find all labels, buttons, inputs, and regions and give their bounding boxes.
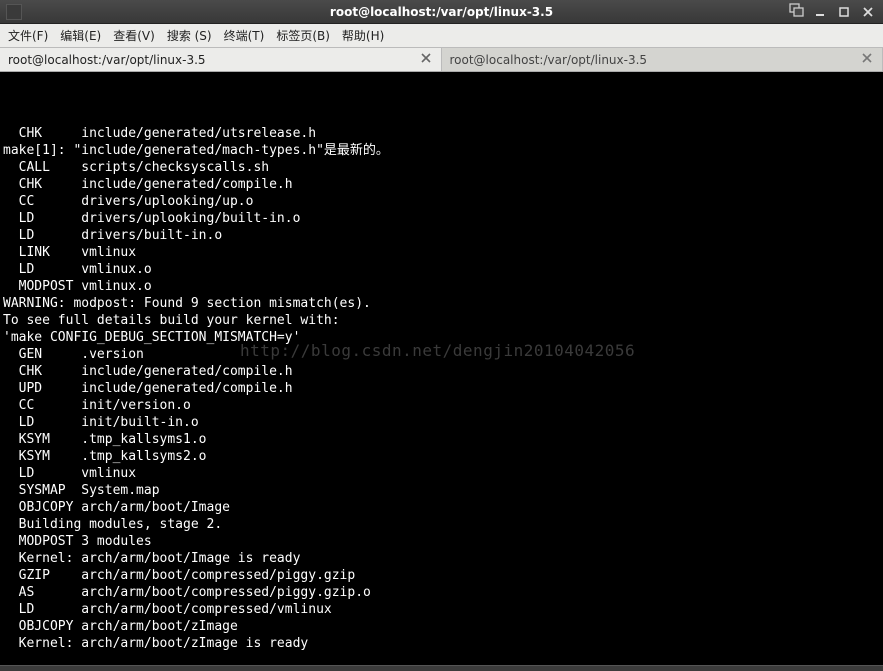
menu-terminal[interactable]: 终端(T) (224, 27, 265, 44)
menu-tabs[interactable]: 标签页(B) (276, 27, 330, 44)
terminal-line: LD vmlinux (3, 465, 880, 482)
tab-label: root@localhost:/var/opt/linux-3.5 (8, 53, 206, 67)
terminal-line: 'make CONFIG_DEBUG_SECTION_MISMATCH=y' (3, 329, 880, 346)
menu-help[interactable]: 帮助(H) (342, 27, 384, 44)
window-bottom-edge (0, 665, 883, 671)
terminal-output[interactable]: http://blog.csdn.net/dengjin20104042056 … (0, 72, 883, 665)
terminal-line: AS arch/arm/boot/compressed/piggy.gzip.o (3, 584, 880, 601)
terminal-lines-container: CHK include/generated/utsrelease.hmake[1… (3, 125, 880, 652)
terminal-line: OBJCOPY arch/arm/boot/zImage (3, 618, 880, 635)
terminal-line: LD init/built-in.o (3, 414, 880, 431)
menu-view[interactable]: 查看(V) (113, 27, 155, 44)
terminal-line: To see full details build your kernel wi… (3, 312, 880, 329)
tab-terminal-2[interactable]: root@localhost:/var/opt/linux-3.5 (442, 48, 883, 71)
terminal-line: GEN .version (3, 346, 880, 363)
terminal-line: Kernel: arch/arm/boot/zImage is ready (3, 635, 880, 652)
menubar: 文件(F) 编辑(E) 查看(V) 搜索 (S) 终端(T) 标签页(B) 帮助… (0, 24, 883, 48)
terminal-line: KSYM .tmp_kallsyms1.o (3, 431, 880, 448)
window-titlebar: root@localhost:/var/opt/linux-3.5 (0, 0, 883, 24)
menu-file[interactable]: 文件(F) (8, 27, 48, 44)
terminal-line: SYSMAP System.map (3, 482, 880, 499)
app-icon (6, 4, 22, 20)
terminal-line: UPD include/generated/compile.h (3, 380, 880, 397)
terminal-line: LINK vmlinux (3, 244, 880, 261)
tab-label: root@localhost:/var/opt/linux-3.5 (450, 53, 648, 67)
terminal-line: CALL scripts/checksyscalls.sh (3, 159, 880, 176)
tab-terminal-1[interactable]: root@localhost:/var/opt/linux-3.5 (0, 48, 442, 71)
tray-icon[interactable] (789, 3, 805, 21)
terminal-line: LD drivers/uplooking/built-in.o (3, 210, 880, 227)
menu-search[interactable]: 搜索 (S) (167, 27, 212, 44)
terminal-line: CHK include/generated/compile.h (3, 176, 880, 193)
terminal-line: GZIP arch/arm/boot/compressed/piggy.gzip (3, 567, 880, 584)
terminal-line: LD drivers/built-in.o (3, 227, 880, 244)
terminal-line: OBJCOPY arch/arm/boot/Image (3, 499, 880, 516)
terminal-line: CHK include/generated/compile.h (3, 363, 880, 380)
terminal-line: LD vmlinux.o (3, 261, 880, 278)
terminal-line: CHK include/generated/utsrelease.h (3, 125, 880, 142)
terminal-line: MODPOST vmlinux.o (3, 278, 880, 295)
close-icon[interactable] (860, 52, 874, 67)
titlebar-controls (789, 3, 883, 21)
minimize-button[interactable] (811, 4, 829, 20)
terminal-line: make[1]: "include/generated/mach-types.h… (3, 142, 880, 159)
tabbar: root@localhost:/var/opt/linux-3.5 root@l… (0, 48, 883, 72)
terminal-line: MODPOST 3 modules (3, 533, 880, 550)
terminal-line: Kernel: arch/arm/boot/Image is ready (3, 550, 880, 567)
terminal-line: KSYM .tmp_kallsyms2.o (3, 448, 880, 465)
window-title: root@localhost:/var/opt/linux-3.5 (0, 5, 883, 19)
terminal-line: CC init/version.o (3, 397, 880, 414)
terminal-line: Building modules, stage 2. (3, 516, 880, 533)
terminal-line: WARNING: modpost: Found 9 section mismat… (3, 295, 880, 312)
maximize-button[interactable] (835, 4, 853, 20)
terminal-line: CC drivers/uplooking/up.o (3, 193, 880, 210)
terminal-line: LD arch/arm/boot/compressed/vmlinux (3, 601, 880, 618)
close-button[interactable] (859, 4, 877, 20)
close-icon[interactable] (419, 52, 433, 67)
menu-edit[interactable]: 编辑(E) (60, 27, 101, 44)
